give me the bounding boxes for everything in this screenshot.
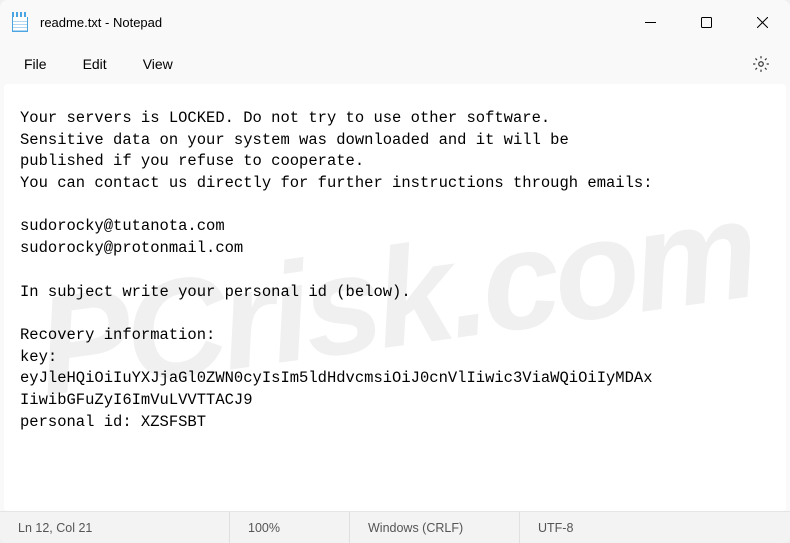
close-button[interactable]	[734, 0, 790, 44]
minimize-icon	[645, 17, 656, 28]
status-zoom[interactable]: 100%	[230, 512, 350, 543]
gear-icon	[752, 55, 770, 73]
document-text: Your servers is LOCKED. Do not try to us…	[20, 109, 653, 431]
menu-file[interactable]: File	[8, 50, 63, 78]
status-encoding: UTF-8	[520, 512, 790, 543]
settings-button[interactable]	[740, 49, 782, 79]
notepad-icon	[12, 12, 28, 32]
menubar: File Edit View	[0, 44, 790, 84]
menu-edit[interactable]: Edit	[67, 50, 123, 78]
status-position: Ln 12, Col 21	[0, 512, 230, 543]
window-controls	[622, 0, 790, 44]
maximize-icon	[701, 17, 712, 28]
statusbar: Ln 12, Col 21 100% Windows (CRLF) UTF-8	[0, 511, 790, 543]
menu-view[interactable]: View	[127, 50, 189, 78]
maximize-button[interactable]	[678, 0, 734, 44]
minimize-button[interactable]	[622, 0, 678, 44]
window-title: readme.txt - Notepad	[40, 15, 622, 30]
status-eol: Windows (CRLF)	[350, 512, 520, 543]
close-icon	[757, 17, 768, 28]
text-area[interactable]: Your servers is LOCKED. Do not try to us…	[4, 84, 786, 511]
titlebar[interactable]: readme.txt - Notepad	[0, 0, 790, 44]
notepad-window: readme.txt - Notepad File Edit View Your…	[0, 0, 790, 543]
